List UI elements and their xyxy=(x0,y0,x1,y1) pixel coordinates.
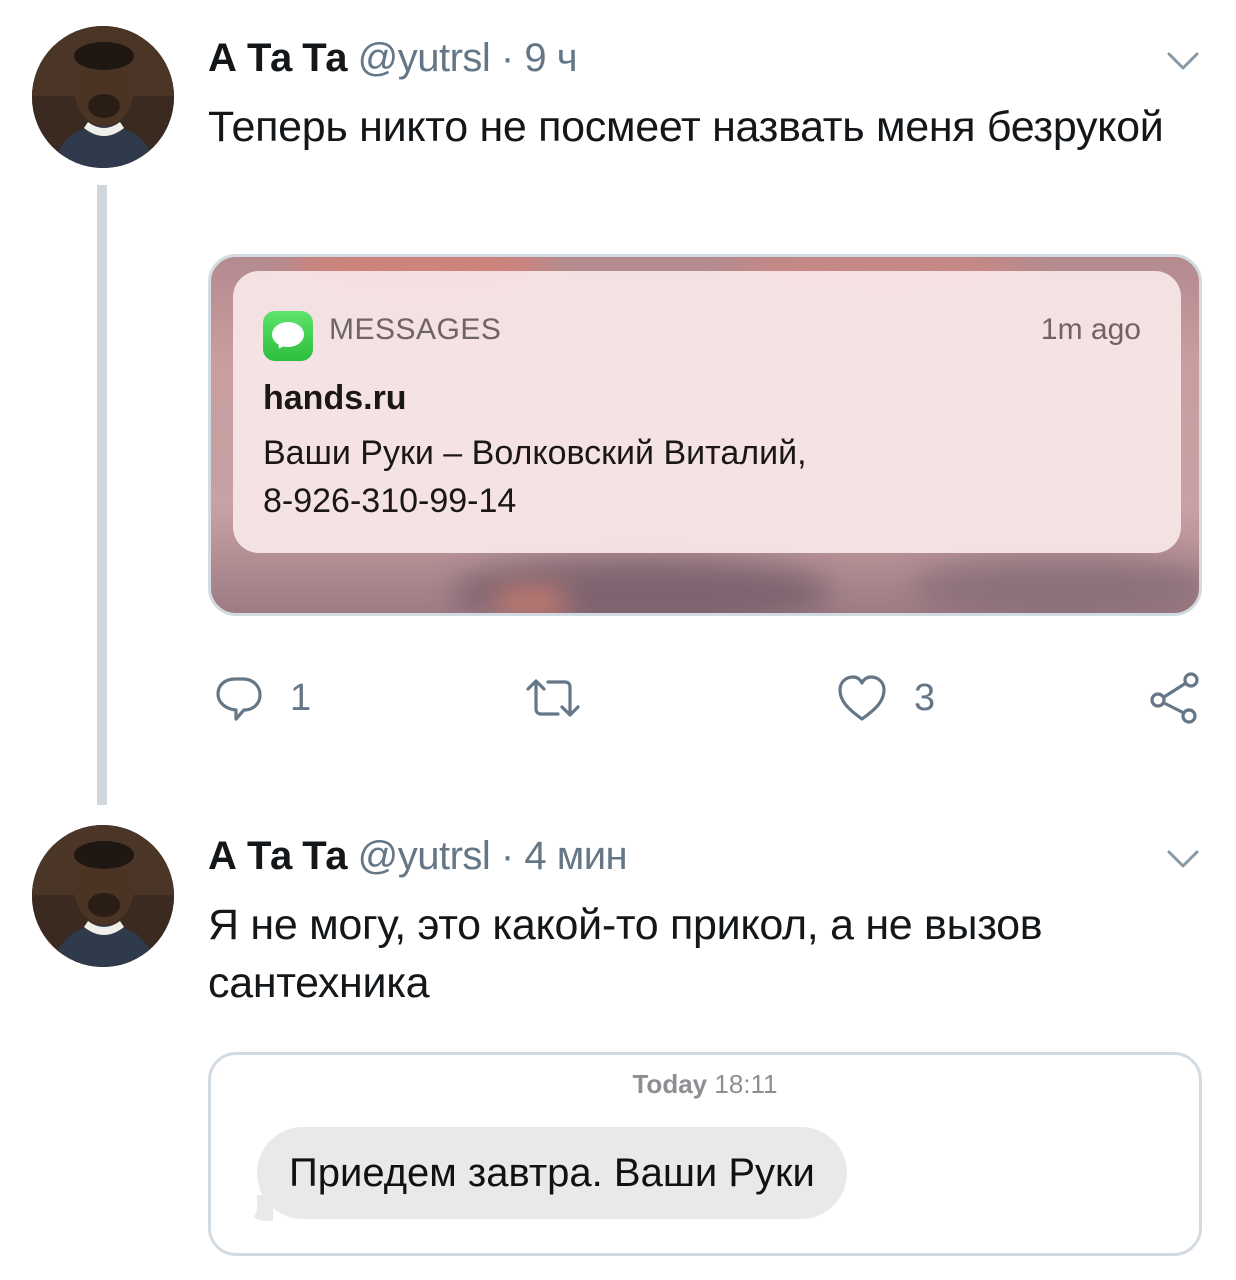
reply-button[interactable]: 1 xyxy=(214,668,311,728)
notification-body: Ваши Руки – Волковский Виталий, 8-926-31… xyxy=(263,429,1143,525)
author-name[interactable]: А Та Та xyxy=(208,36,347,80)
like-count: 3 xyxy=(914,676,936,719)
share-icon xyxy=(1150,672,1199,724)
tweet-header: А Та Та @yutrsl · 9 ч xyxy=(208,34,578,82)
notification-app-name: MESSAGES xyxy=(329,313,502,346)
author-name[interactable]: А Та Та xyxy=(208,834,347,878)
chevron-down-icon[interactable] xyxy=(1166,848,1200,870)
heart-icon xyxy=(838,675,886,721)
message-date: Today xyxy=(632,1069,708,1099)
reply-icon xyxy=(216,677,262,721)
notification-body-line: 8-926-310-99-14 xyxy=(263,482,517,520)
notification-sender: hands.ru xyxy=(263,379,407,417)
sky-highlight xyxy=(491,587,571,613)
thread-line xyxy=(97,185,107,805)
notification-time: 1m ago xyxy=(1040,313,1141,346)
retweet-button[interactable] xyxy=(524,668,608,728)
tweet-time[interactable]: 4 мин xyxy=(524,834,627,878)
like-button[interactable]: 3 xyxy=(836,668,935,728)
message-timestamp: Today 18:11 xyxy=(211,1069,1199,1100)
dot-separator: · xyxy=(500,834,525,878)
author-handle[interactable]: @yutrsl xyxy=(358,36,491,80)
message-bubble: Приедем завтра. Ваши Руки xyxy=(257,1127,847,1219)
author-avatar[interactable] xyxy=(32,825,174,967)
retweet-icon xyxy=(526,679,580,717)
message-time: 18:11 xyxy=(714,1069,778,1099)
messages-app-icon xyxy=(263,311,313,361)
notification-body-line: Ваши Руки – Волковский Виталий, xyxy=(263,434,807,472)
tweet-header: А Та Та @yutrsl · 4 мин xyxy=(208,832,628,880)
ios-notification: MESSAGES 1m ago hands.ru Ваши Руки – Вол… xyxy=(233,271,1181,553)
tweet-text: Я не могу, это какой-то прикол, а не выз… xyxy=(208,901,1043,1007)
sky-shadow xyxy=(911,557,1199,613)
chevron-down-icon[interactable] xyxy=(1166,50,1200,72)
tweet-text: Теперь никто не посмеет назвать меня без… xyxy=(208,103,1164,151)
reply-count: 1 xyxy=(290,676,312,719)
tweet-media-image[interactable]: Today 18:11 Приедем завтра. Ваши Руки xyxy=(208,1052,1202,1256)
author-avatar[interactable] xyxy=(32,26,174,168)
tweet-actions: 1 3 xyxy=(208,668,1202,728)
author-handle[interactable]: @yutrsl xyxy=(358,834,491,878)
share-button[interactable] xyxy=(1148,668,1202,728)
tweet-media-image[interactable]: MESSAGES 1m ago hands.ru Ваши Руки – Вол… xyxy=(208,254,1202,616)
dot-separator: · xyxy=(500,36,525,80)
tweet-time[interactable]: 9 ч xyxy=(524,36,577,80)
